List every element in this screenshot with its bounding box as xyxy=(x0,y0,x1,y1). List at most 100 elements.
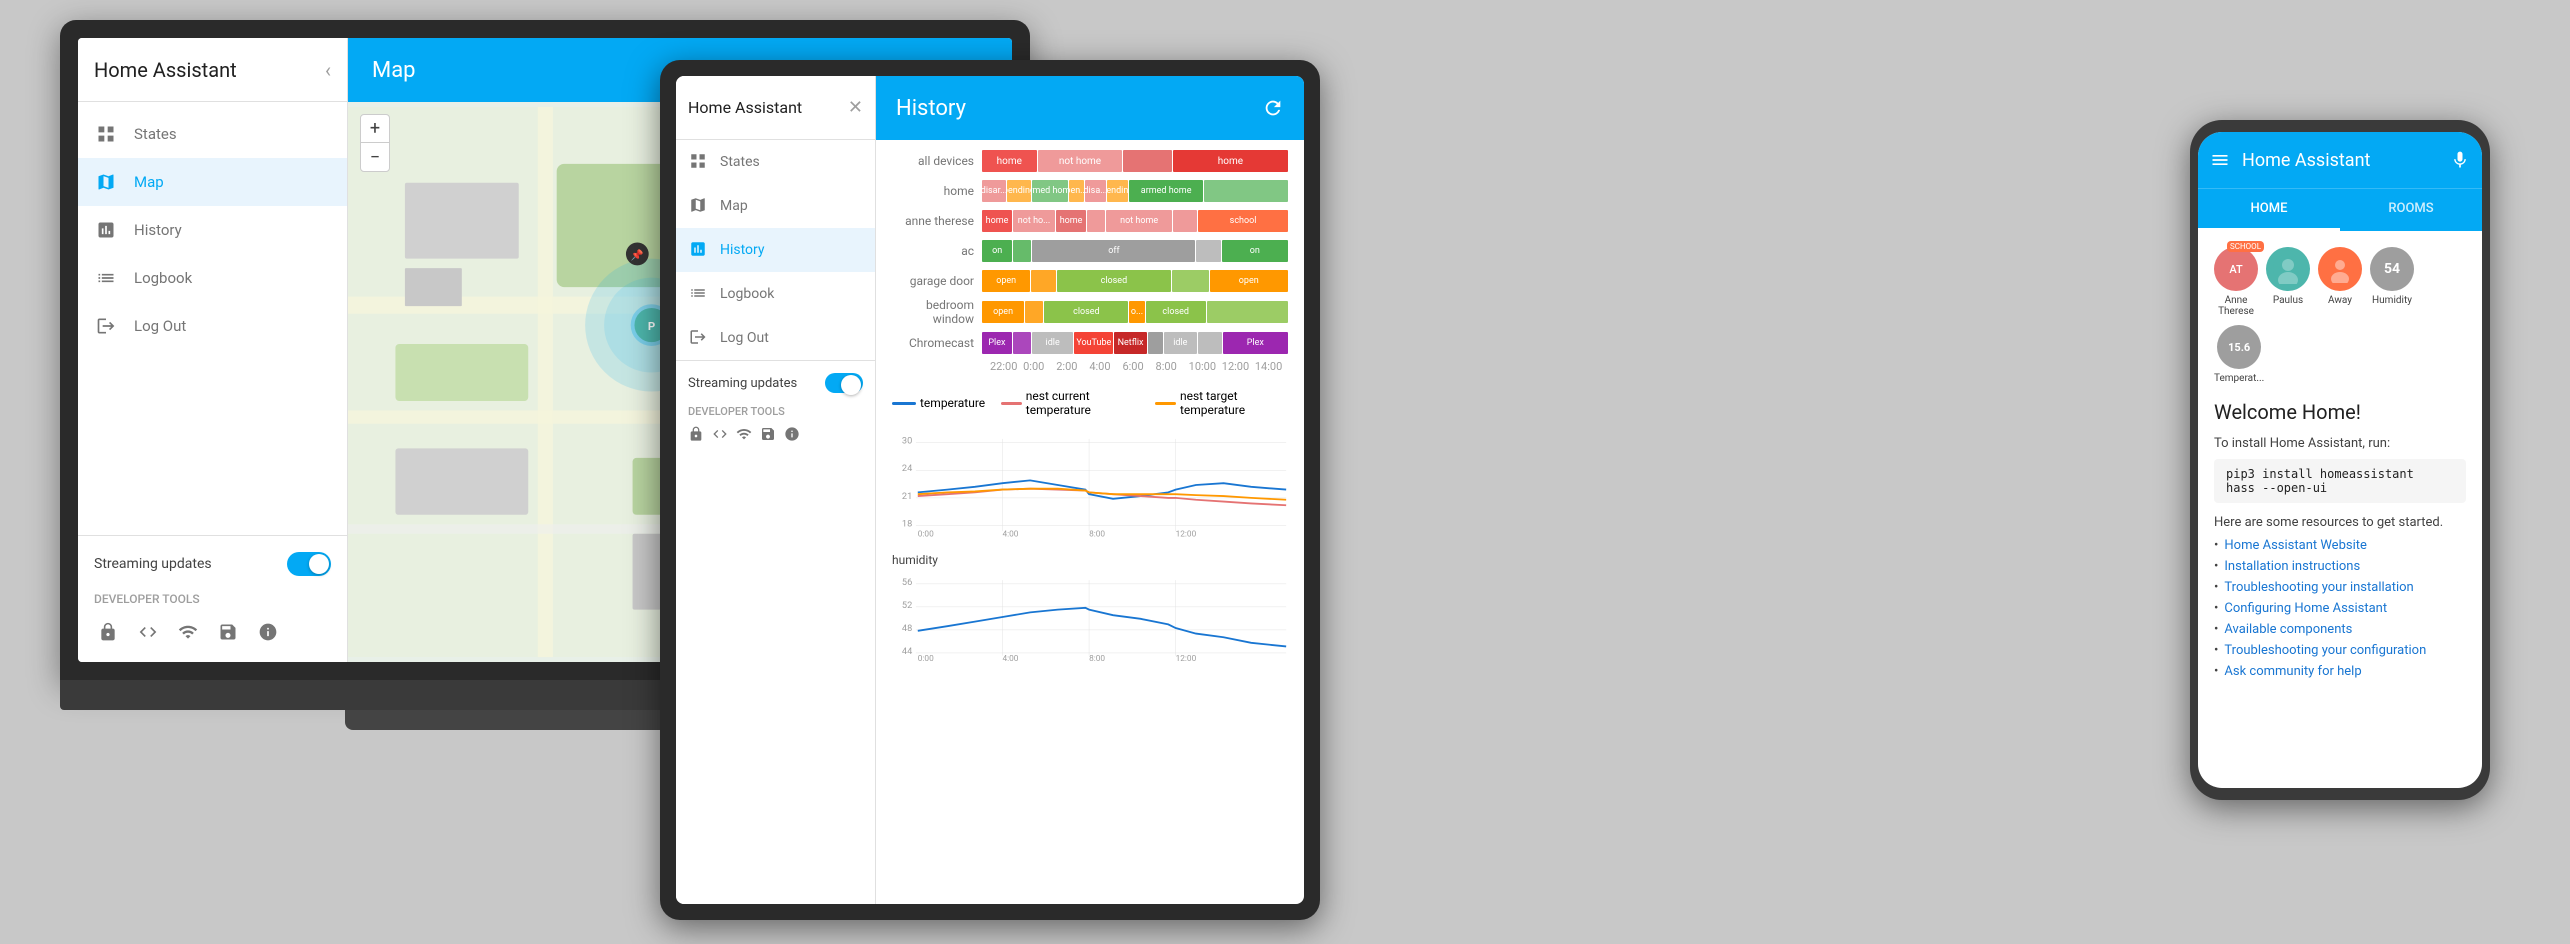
legend-temp-label: temperature xyxy=(920,396,985,410)
sidebar-item-states[interactable]: States xyxy=(78,110,347,158)
dev-icon-wifi[interactable] xyxy=(174,618,202,646)
sidebar-item-logbook[interactable]: Logbook xyxy=(78,254,347,302)
tablet-sidebar-logbook[interactable]: Logbook xyxy=(676,272,875,316)
logout-icon xyxy=(94,314,118,338)
laptop-sidebar: Home Assistant ‹ States xyxy=(78,38,348,662)
dev-icon-code[interactable] xyxy=(134,618,162,646)
link-components[interactable]: • Available components xyxy=(2214,622,2466,637)
axis-1400: 14:00 xyxy=(1255,360,1288,373)
svg-text:📌: 📌 xyxy=(631,249,644,262)
svg-text:21: 21 xyxy=(902,491,912,502)
link-ha-website[interactable]: • Home Assistant Website xyxy=(2214,538,2466,553)
tablet-sidebar-header: Home Assistant ✕ xyxy=(676,76,875,140)
sidebar-item-history[interactable]: History xyxy=(78,206,347,254)
axis-1200: 12:00 xyxy=(1222,360,1255,373)
tablet-sidebar-history[interactable]: History xyxy=(676,228,875,272)
avatar-away: Away xyxy=(2318,247,2362,306)
legend-nest-current: nest current temperature xyxy=(1001,389,1139,417)
dev-icon-bell[interactable] xyxy=(94,618,122,646)
sidebar-collapse-icon[interactable]: ‹ xyxy=(325,58,331,82)
timeline-bars-ac: on off on xyxy=(982,240,1288,262)
tablet-dev-code[interactable] xyxy=(712,426,728,446)
streaming-toggle[interactable] xyxy=(287,552,331,576)
tbar: home xyxy=(1056,210,1086,232)
tbar xyxy=(1025,301,1043,323)
dev-icon-info[interactable] xyxy=(254,618,282,646)
svg-text:12:00: 12:00 xyxy=(1176,654,1197,664)
link-install-instructions[interactable]: • Installation instructions xyxy=(2214,559,2466,574)
link-community[interactable]: • Ask community for help xyxy=(2214,664,2466,679)
axis-000: 0:00 xyxy=(1023,360,1056,373)
svg-text:12:00: 12:00 xyxy=(1176,530,1197,540)
tablet-app-title: Home Assistant xyxy=(688,98,802,117)
map-zoom-controls: + − xyxy=(360,114,390,172)
tablet-streaming-toggle[interactable] xyxy=(825,373,863,393)
timeline-row-all-devices: all devices home not home home xyxy=(892,148,1288,174)
tablet-sidebar-logout[interactable]: Log Out xyxy=(676,316,875,360)
zoom-in-button[interactable]: + xyxy=(361,115,389,143)
tablet-streaming-label: Streaming updates xyxy=(688,376,797,391)
timeline-label-ac: ac xyxy=(892,244,982,258)
dev-tools-icons xyxy=(94,618,331,646)
axis-600: 6:00 xyxy=(1122,360,1155,373)
sidebar-item-map[interactable]: Map xyxy=(78,158,347,206)
link-troubleshoot-install[interactable]: • Troubleshooting your installation xyxy=(2214,580,2466,595)
tablet-dev-info[interactable] xyxy=(784,426,800,446)
tablet-bezel: Home Assistant ✕ States Map xyxy=(660,60,1320,920)
tablet-dev-wifi[interactable] xyxy=(736,426,752,446)
dev-icon-save[interactable] xyxy=(214,618,242,646)
install-cmd2: hass --open-ui xyxy=(2226,481,2454,495)
svg-text:48: 48 xyxy=(902,623,912,634)
timeline-row-home: home disar... pending armed home pen... … xyxy=(892,178,1288,204)
history-timeline: all devices home not home home home xyxy=(876,140,1304,381)
phone-menu-icon[interactable] xyxy=(2210,150,2230,170)
phone-bezel: Home Assistant HOME ROOMS AT SCH xyxy=(2190,120,2490,800)
welcome-title: Welcome Home! xyxy=(2214,400,2466,424)
phone-header: Home Assistant xyxy=(2198,132,2482,188)
phone-mic-icon[interactable] xyxy=(2450,150,2470,170)
legend-dot-nest-current xyxy=(1001,402,1022,405)
humidity-value: 54 xyxy=(2384,261,2400,277)
axis-200: 2:00 xyxy=(1056,360,1089,373)
tablet-dev-save[interactable] xyxy=(760,426,776,446)
history-icon xyxy=(94,218,118,242)
link-configure-ha[interactable]: • Configuring Home Assistant xyxy=(2214,601,2466,616)
logbook-icon xyxy=(94,266,118,290)
timeline-row-bedroom: bedroom window open closed o... closed xyxy=(892,298,1288,326)
tablet-chart-area: temperature nest current temperature nes… xyxy=(876,381,1304,904)
timeline-label-all-devices: all devices xyxy=(892,154,982,168)
svg-text:56: 56 xyxy=(902,577,912,588)
svg-text:52: 52 xyxy=(902,600,912,611)
tbar: home xyxy=(982,210,1012,232)
timeline-label-chromecast: Chromecast xyxy=(892,336,982,350)
tbar: not home xyxy=(1106,210,1172,232)
laptop-sidebar-header: Home Assistant ‹ xyxy=(78,38,347,102)
phone-title: Home Assistant xyxy=(2242,150,2438,171)
axis-2200: 22:00 xyxy=(990,360,1023,373)
tablet-dev-bell[interactable] xyxy=(688,426,704,446)
legend-nest-target-label: nest target temperature xyxy=(1180,389,1288,417)
tablet-sidebar-map[interactable]: Map xyxy=(676,184,875,228)
avatar-anne-therese-container: AT SCHOOL xyxy=(2214,247,2258,291)
tablet-history-icon xyxy=(688,240,708,260)
tablet-sidebar-states[interactable]: States xyxy=(676,140,875,184)
states-label: States xyxy=(134,125,177,143)
tbar: on xyxy=(1222,240,1288,262)
tbar: disar... xyxy=(982,180,1006,202)
avatar-anne-therese: AT SCHOOL AnneTherese xyxy=(2214,247,2258,317)
avatar-label-paulus: Paulus xyxy=(2273,295,2303,306)
tablet-close-icon[interactable]: ✕ xyxy=(848,97,863,118)
link-troubleshoot-config[interactable]: • Troubleshooting your configuration xyxy=(2214,643,2466,658)
tbar: not home xyxy=(1038,150,1123,172)
refresh-icon[interactable] xyxy=(1262,97,1284,119)
phone-nav-rooms[interactable]: ROOMS xyxy=(2340,189,2482,231)
timeline-label-anne-therese: anne therese xyxy=(892,214,982,228)
tbar: pending xyxy=(1007,180,1031,202)
legend-nest-current-label: nest current temperature xyxy=(1026,389,1140,417)
tablet-map-label: Map xyxy=(720,198,748,214)
zoom-out-button[interactable]: − xyxy=(361,143,389,171)
tablet-map-icon xyxy=(688,196,708,216)
sensor-temp-label: Temperat... xyxy=(2214,373,2264,384)
sidebar-item-logout[interactable]: Log Out xyxy=(78,302,347,350)
phone-nav-home[interactable]: HOME xyxy=(2198,189,2340,231)
